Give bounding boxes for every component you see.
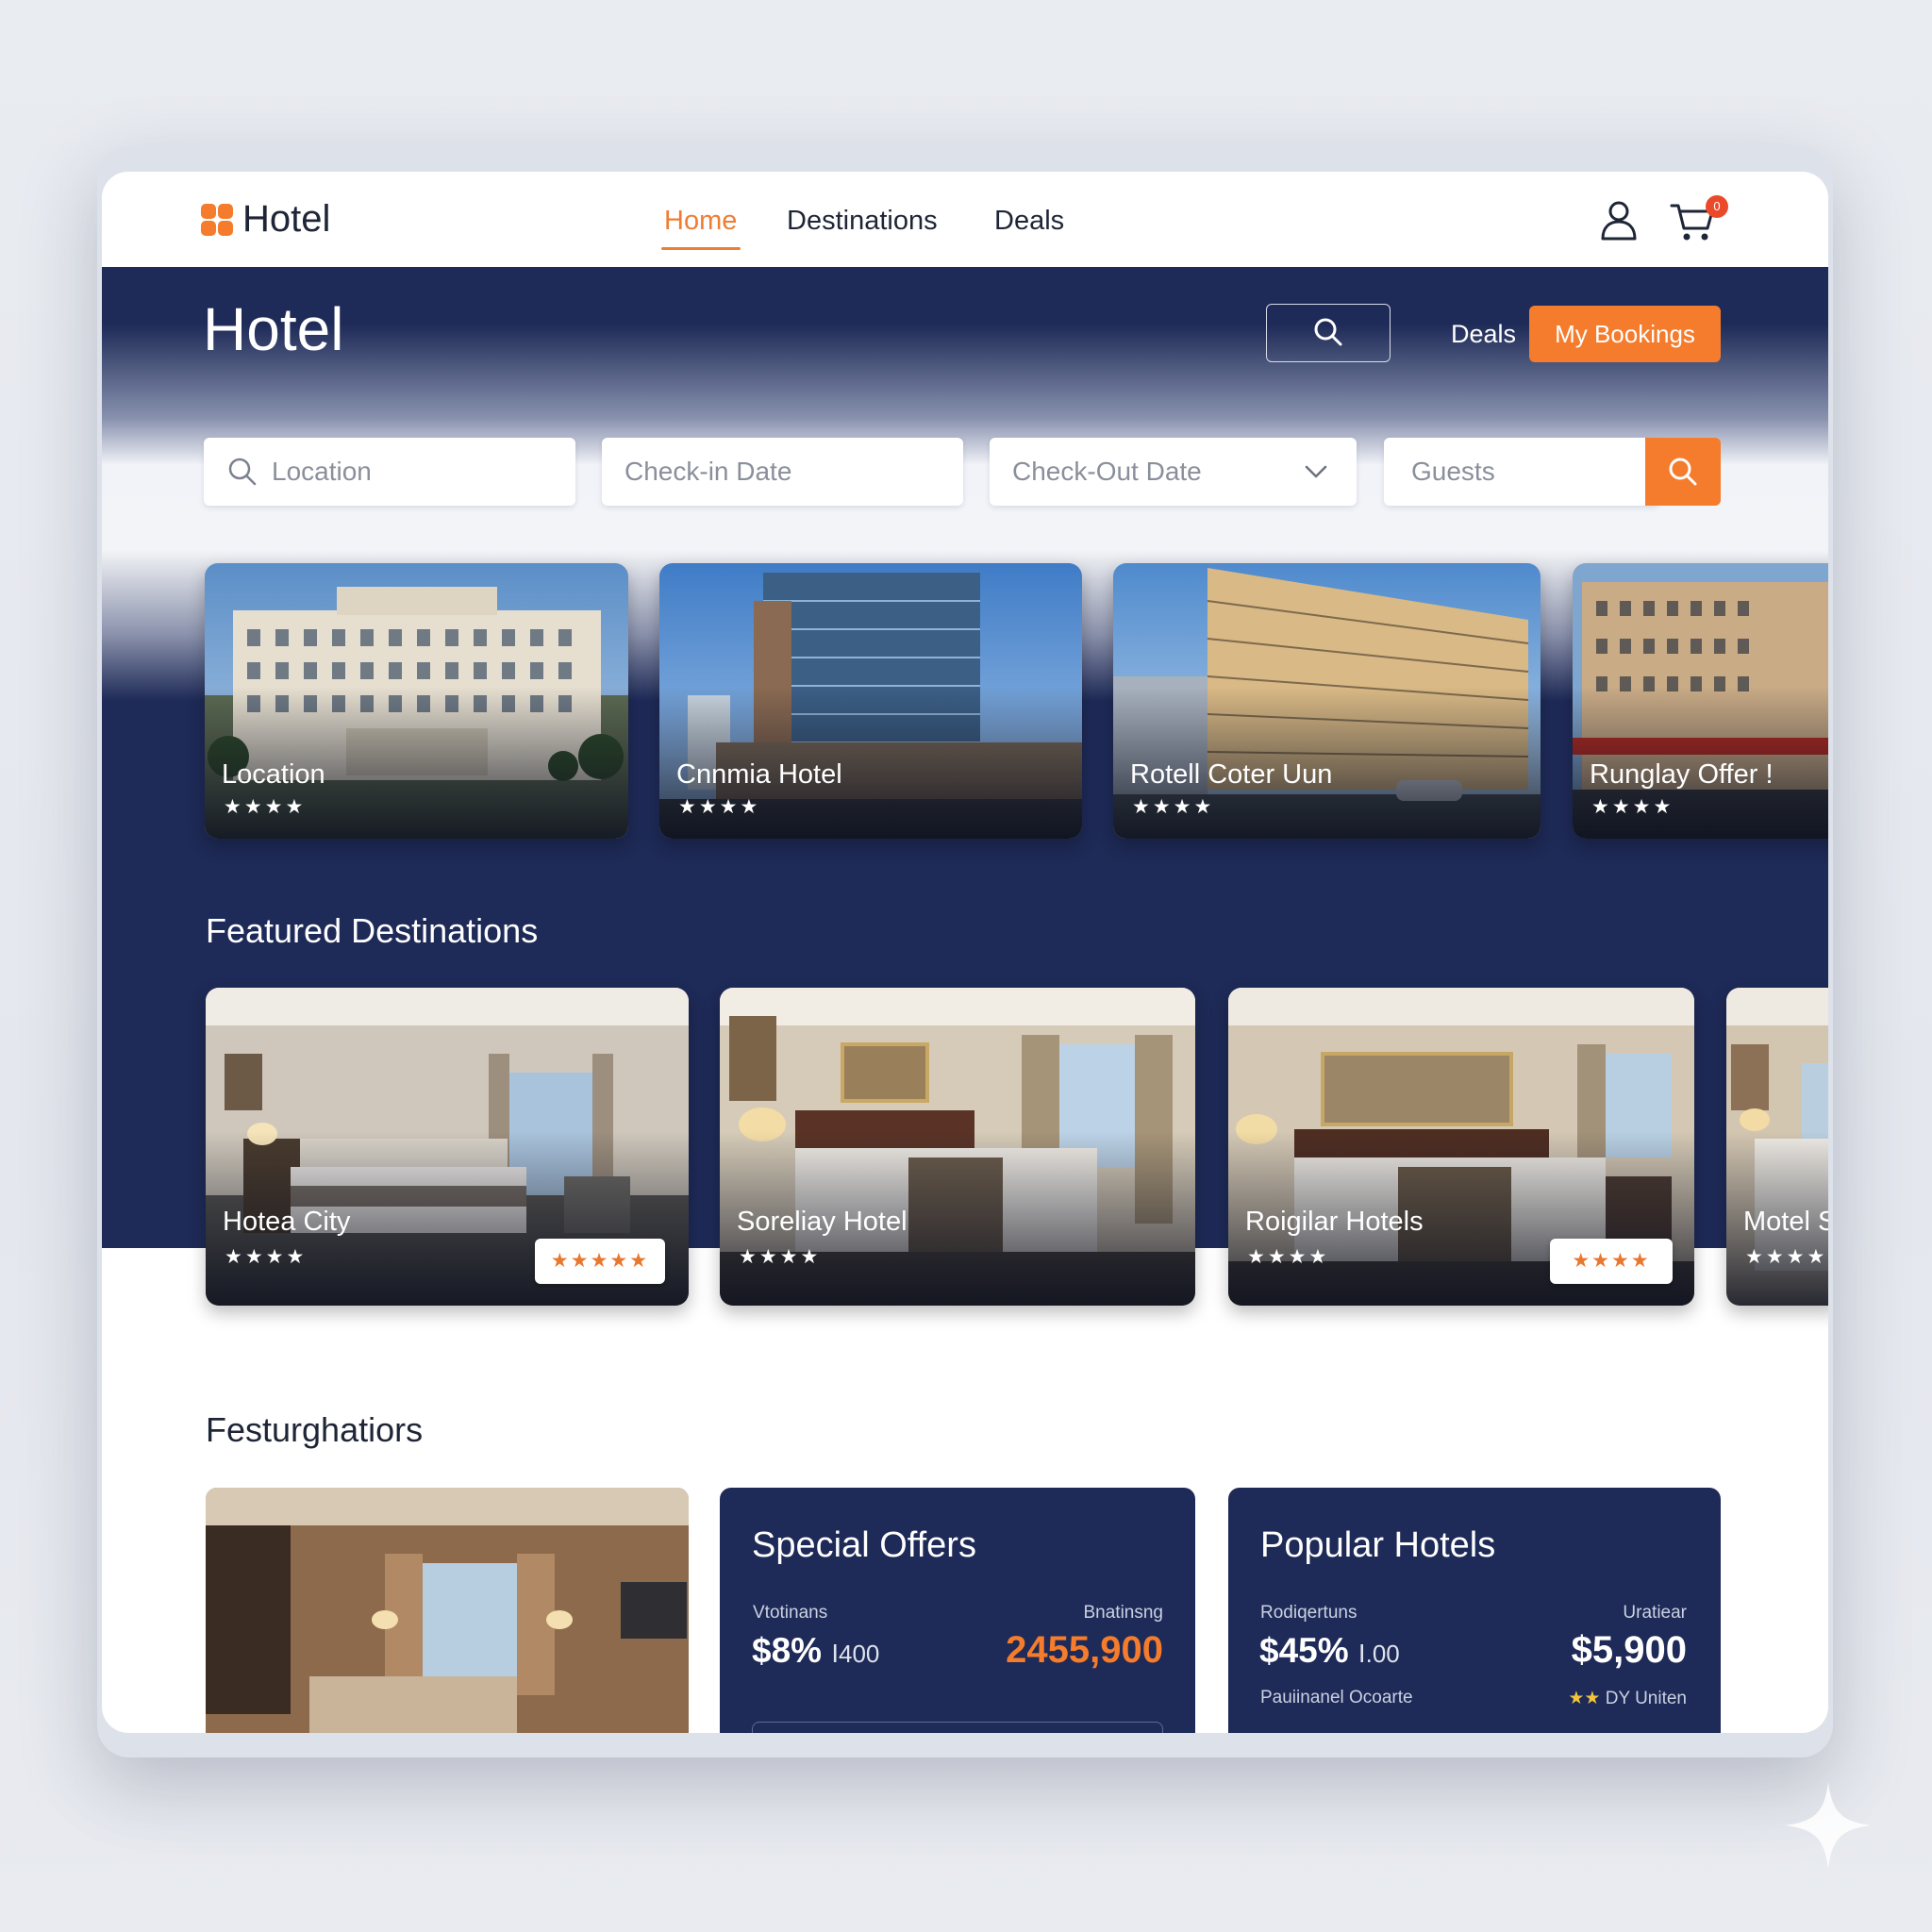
destination-card-stars: ★★★★	[1247, 1246, 1330, 1268]
hotel-card-runglay[interactable]: Runglay Offer ! ★★★★	[1573, 563, 1828, 839]
suite-photo-card[interactable]	[206, 1488, 689, 1733]
checkin-date-field[interactable]: Check-in Date	[602, 438, 963, 506]
hotel-card-name: Cnnmia Hotel	[676, 759, 842, 790]
destination-card-soreliay[interactable]: Soreliay Hotel ★★★★	[720, 988, 1195, 1306]
destination-card-hotea-city[interactable]: Hotea City ★★★★ ★★★★★	[206, 988, 689, 1306]
hero-title: Hotel	[203, 295, 344, 363]
browser-window: Hotel Home Destinations Deals 0 Hotel De…	[102, 172, 1828, 1733]
destination-card-motel[interactable]: Motel S ★★★★	[1726, 988, 1828, 1306]
special-offers-right-label: Bnatinsng	[1083, 1603, 1163, 1623]
hotel-card-stars: ★★★★	[224, 796, 307, 818]
popular-hotels-price: $5,900	[1571, 1629, 1687, 1671]
my-bookings-button[interactable]: My Bookings	[1529, 306, 1721, 362]
search-submit-button[interactable]	[1645, 438, 1721, 506]
chevron-down-icon	[1305, 465, 1327, 478]
guests-field[interactable]: Guests	[1384, 438, 1657, 506]
featured-destinations-title: Featured Destinations	[206, 911, 539, 950]
special-offers-price: 2455,900	[1006, 1629, 1163, 1671]
special-offers-panel[interactable]: Special Offers Vtotinans Bnatinsng $8% Ⅰ…	[720, 1488, 1195, 1733]
popular-hotels-footer-stars: ★★	[1568, 1689, 1601, 1708]
destination-card-stars: ★★★★	[1745, 1246, 1828, 1268]
search-icon	[1669, 458, 1697, 486]
hotel-card-name: Rotell Coter Uun	[1130, 759, 1333, 790]
hotel-card-location[interactable]: Location ★★★★	[205, 563, 628, 839]
sparkle-icon	[1785, 1782, 1872, 1869]
hotel-card-stars: ★★★★	[1591, 796, 1674, 818]
popular-hotels-footer-right: ★★ DY Uniten	[1568, 1688, 1687, 1709]
search-icon	[228, 458, 257, 486]
brand-name: Hotel	[242, 198, 331, 240]
location-field[interactable]: Location	[204, 438, 575, 506]
nav-destinations-link[interactable]: Destinations	[787, 206, 938, 237]
special-offers-button[interactable]	[752, 1722, 1163, 1733]
location-placeholder: Location	[272, 457, 372, 486]
hotel-card-rotell[interactable]: Rotell Coter Uun ★★★★	[1113, 563, 1541, 839]
special-offers-title: Special Offers	[752, 1525, 976, 1565]
hotel-card-name: Location	[222, 759, 325, 790]
hero-search-button[interactable]	[1266, 304, 1391, 362]
destination-card-roigilar[interactable]: Roigilar Hotels ★★★★ ★★★★	[1228, 988, 1694, 1306]
user-icon[interactable]	[1598, 197, 1640, 247]
nav-active-indicator	[661, 247, 741, 250]
logo-icon	[201, 203, 233, 236]
special-offers-left-label: Vtotinans	[753, 1603, 828, 1623]
section-title: Festurghatiors	[206, 1410, 424, 1449]
top-nav: Hotel Home Destinations Deals 0	[102, 172, 1828, 267]
popular-hotels-left-label: Rodiqertuns	[1260, 1603, 1357, 1623]
rating-badge: ★★★★	[1550, 1239, 1673, 1284]
search-icon	[1314, 318, 1342, 345]
popular-hotels-percent-sub: Ⅰ.00	[1357, 1640, 1400, 1668]
popular-hotels-discount: $45% Ⅰ.00	[1259, 1631, 1400, 1671]
special-offers-percent: $8%	[752, 1631, 823, 1670]
brand-logo[interactable]: Hotel	[201, 198, 330, 241]
destination-card-name: Motel S	[1743, 1207, 1828, 1237]
nav-home-link[interactable]: Home	[664, 206, 737, 237]
hero-deals-link[interactable]: Deals	[1451, 320, 1516, 349]
hotel-suite-image	[206, 1488, 689, 1733]
special-offers-percent-sub: Ⅰ400	[831, 1640, 880, 1668]
checkout-placeholder: Check-Out Date	[1012, 457, 1202, 486]
hotel-card-cnnmia[interactable]: Cnnmia Hotel ★★★★	[659, 563, 1082, 839]
guests-placeholder: Guests	[1411, 457, 1495, 486]
destination-card-name: Soreliay Hotel	[737, 1207, 908, 1237]
popular-hotels-percent: $45%	[1259, 1631, 1349, 1670]
destination-card-stars: ★★★★	[739, 1246, 822, 1268]
hotel-card-stars: ★★★★	[678, 796, 761, 818]
popular-hotels-footer-right-text: DY Uniten	[1605, 1689, 1687, 1708]
cart-count-badge: 0	[1706, 195, 1728, 218]
rating-badge: ★★★★★	[535, 1239, 665, 1284]
destination-card-name: Hotea City	[223, 1207, 351, 1237]
hotel-card-stars: ★★★★	[1132, 796, 1215, 818]
popular-hotels-right-label: Uratiear	[1623, 1603, 1687, 1623]
nav-deals-link[interactable]: Deals	[994, 206, 1064, 237]
destination-card-stars: ★★★★	[225, 1246, 308, 1268]
special-offers-discount: $8% Ⅰ400	[752, 1631, 879, 1671]
hotel-card-name: Runglay Offer !	[1590, 759, 1774, 790]
checkout-date-field[interactable]: Check-Out Date	[990, 438, 1357, 506]
destination-card-name: Roigilar Hotels	[1245, 1207, 1424, 1237]
popular-hotels-title: Popular Hotels	[1260, 1525, 1496, 1565]
popular-hotels-panel[interactable]: Popular Hotels Rodiqertuns Uratiear $45%…	[1228, 1488, 1721, 1733]
checkin-placeholder: Check-in Date	[625, 457, 792, 486]
popular-hotels-footer-left: Pauiinanel Ocoarte	[1260, 1688, 1413, 1707]
